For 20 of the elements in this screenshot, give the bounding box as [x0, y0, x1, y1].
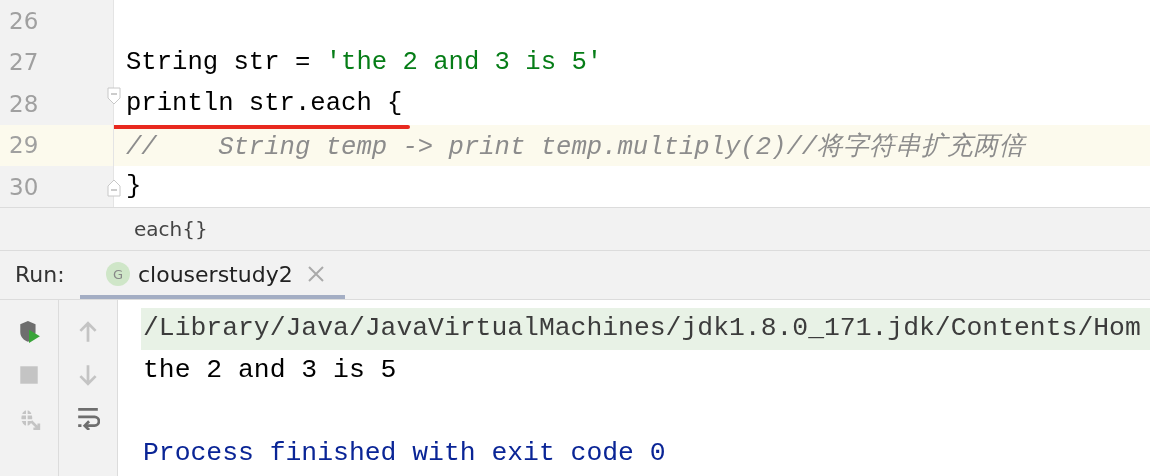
fold-marker-icon[interactable] — [107, 87, 121, 105]
code-line: // String temp -> print temp.multiply(2)//将字符串扩充两倍 — [125, 131, 1026, 163]
console-line: Process finished with exit code 0 — [143, 436, 667, 470]
breadcrumb-item[interactable]: each{} — [134, 217, 208, 241]
line-number: 28 — [9, 90, 39, 117]
line-number: 27 — [9, 49, 39, 76]
groovy-badge-icon: G — [106, 262, 130, 286]
code-line: } — [125, 172, 142, 202]
line-number: 30 — [9, 173, 39, 200]
fold-marker-icon[interactable] — [107, 179, 121, 197]
soft-wrap-icon[interactable] — [76, 406, 100, 430]
rerun-icon[interactable] — [17, 320, 41, 344]
console-line: the 2 and 3 is 5 — [143, 353, 398, 387]
run-tab[interactable]: G clouserstudy2 — [80, 253, 345, 299]
code-line: String str = 'the 2 and 3 is 5' — [125, 47, 603, 77]
line-number: 29 — [9, 132, 39, 159]
line-number: 26 — [9, 7, 39, 34]
panel-label: Run: — [15, 262, 66, 287]
close-icon[interactable] — [306, 265, 325, 283]
code-line: println str.each { — [114, 89, 403, 119]
